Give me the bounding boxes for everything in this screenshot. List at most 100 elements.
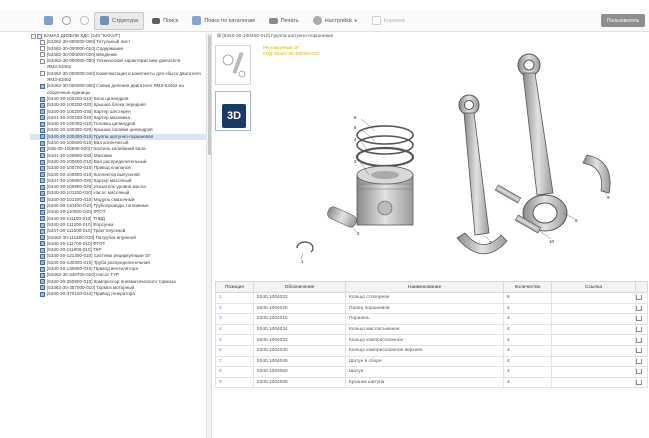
table-row[interactable]: 7 5340.1004045 Шатун в сборе 4	[215, 355, 648, 368]
name-cell: Палец поршневой	[345, 302, 504, 315]
add-to-cart-cell[interactable]	[635, 376, 648, 389]
tree-scrollbar[interactable]	[206, 33, 211, 438]
col-position[interactable]: Позиция	[215, 281, 254, 293]
printer-icon	[268, 17, 278, 24]
name-cell: Кольцо маслосъемное	[345, 323, 504, 336]
drawing-icon	[40, 146, 45, 152]
link-cell	[551, 292, 636, 304]
callout-4[interactable]: 4	[354, 137, 357, 142]
position-cell: 2	[215, 302, 254, 315]
add-to-cart-cell[interactable]	[635, 334, 648, 346]
link-cell	[551, 344, 636, 357]
cart-icon[interactable]	[636, 348, 642, 354]
table-row[interactable]: 4 5340.1004034 Кольцо маслосъемное 4	[215, 323, 648, 336]
drawing-icon	[40, 253, 45, 259]
table-row[interactable]: 5 5340.1004032 Кольцо компрессионное 4	[215, 334, 648, 346]
cart-icon	[371, 16, 381, 25]
table-row[interactable]: 6 5340.1004030 Кольцо компрессионное верхн…	[215, 344, 648, 357]
callout-8[interactable]: 8	[575, 218, 578, 223]
cart-icon[interactable]	[636, 316, 642, 322]
drawing-icon	[40, 191, 45, 197]
binoculars-icon	[152, 17, 161, 24]
structure-button[interactable]: Структура	[94, 11, 145, 30]
tree-item[interactable]: [53462-30-000000-030] Технические характ…	[30, 58, 211, 71]
folder-icon	[37, 33, 42, 39]
tree-item[interactable]: [5340-30-370100-010] Привод генератора	[30, 291, 211, 297]
table-row[interactable]: 9 5340.1004055 Крышка шатуна 4	[215, 376, 648, 389]
link-cell	[551, 302, 636, 315]
callout-5[interactable]: 5	[354, 125, 357, 130]
tree-items: [53462-30-000000-000] Титульный лист [534…	[30, 39, 211, 297]
drawing-icon	[40, 260, 45, 266]
tree-item-label: [5340-30-370100-010] Привод генератора	[47, 291, 135, 297]
catalog-search-button[interactable]: Поиск по каталогам	[186, 12, 260, 30]
code-cell: 5340.1004030	[253, 344, 346, 357]
add-to-cart-cell[interactable]	[635, 355, 648, 368]
user-badge[interactable]: Пользователь	[601, 14, 645, 27]
callout-7[interactable]: 7	[489, 240, 492, 245]
col-link[interactable]: Ссылка	[551, 281, 636, 293]
drawing-icon	[40, 209, 45, 215]
drawing-icon	[40, 266, 45, 272]
callout-10[interactable]: 10	[549, 239, 554, 244]
cart-icon[interactable]	[636, 337, 642, 343]
tree-item[interactable]: [53462-30-000000-050] Схема деления двиг…	[30, 83, 211, 96]
tree-item[interactable]: [53462-30-000000-040] Комплектация и ком…	[30, 71, 211, 84]
connecting-rod-assembled	[517, 53, 568, 232]
drawing-icon	[40, 102, 45, 108]
piston-pin	[327, 206, 357, 228]
drawing-icon	[40, 216, 45, 222]
drawing-icon	[40, 241, 45, 247]
add-to-cart-cell[interactable]	[635, 344, 648, 357]
add-to-cart-cell[interactable]	[635, 302, 648, 315]
cart-button[interactable]: Корзина	[366, 12, 411, 30]
forward-button[interactable]	[76, 12, 92, 30]
link-cell	[551, 334, 636, 346]
quantity-cell: 4	[503, 334, 552, 346]
position-cell: 5	[215, 334, 254, 346]
cart-icon[interactable]	[636, 327, 642, 333]
table-row[interactable]: 3 5340.1004015 Поршень 4	[215, 313, 648, 325]
drawing-icon	[40, 140, 45, 146]
list-button[interactable]	[40, 12, 56, 30]
callout-1[interactable]: 1	[301, 259, 304, 264]
col-code[interactable]: Обозначение	[253, 281, 346, 293]
table-row[interactable]: 1 5340.1004022 Кольцо стопорное 8	[215, 292, 648, 304]
drawing-icon	[40, 272, 45, 278]
settings-button[interactable]: Настройки ▼	[307, 12, 364, 30]
col-quantity[interactable]: Количество	[503, 281, 552, 293]
search-button[interactable]: Поиск	[146, 12, 184, 30]
cart-icon[interactable]	[636, 295, 642, 301]
cart-icon[interactable]	[636, 305, 642, 311]
catalog-app: Структура Поиск Поиск по каталогам Печат…	[0, 0, 649, 438]
position-cell: 7	[215, 355, 254, 368]
back-button[interactable]	[58, 12, 74, 30]
add-to-cart-cell[interactable]	[635, 323, 648, 336]
add-to-cart-cell[interactable]	[635, 366, 648, 378]
viewer-panel: ⊞ [5340-30-100400-010] Группа шатунно-по…	[213, 33, 649, 438]
link-cell	[551, 355, 636, 368]
exploded-view-illustration	[296, 53, 611, 260]
position-cell: 8	[215, 366, 254, 378]
col-name[interactable]: Наименование	[345, 281, 504, 293]
name-cell: Поршень	[345, 313, 504, 325]
table-row[interactable]: 8 5340.1004050 Шатун 4	[215, 366, 648, 378]
table-row[interactable]: 2 5340.1004020 Палец поршневой 4	[215, 302, 648, 315]
quantity-cell: 4	[503, 366, 552, 378]
add-to-cart-cell[interactable]	[635, 292, 648, 304]
tree-scrollbar-thumb[interactable]	[208, 35, 211, 155]
cart-icon[interactable]	[636, 358, 642, 364]
parts-drawing[interactable]: Регулируемая ОГ КПД: 53462-30-100400-010	[257, 43, 645, 280]
cart-icon[interactable]	[636, 380, 642, 386]
add-to-cart-cell[interactable]	[635, 313, 648, 325]
callout-6[interactable]: 6	[354, 115, 357, 120]
drawing-thumbnail[interactable]	[215, 45, 251, 85]
cart-icon[interactable]	[636, 369, 642, 375]
print-button[interactable]: Печать	[263, 12, 305, 30]
callout-3[interactable]: 3	[354, 159, 357, 164]
code-cell: 5340.1004020	[253, 302, 346, 315]
callout-2[interactable]: 2	[357, 231, 360, 236]
callout-9[interactable]: 9	[607, 195, 610, 200]
3d-view-thumbnail[interactable]: 3D	[215, 91, 251, 131]
collapse-icon[interactable]: −	[31, 33, 36, 39]
